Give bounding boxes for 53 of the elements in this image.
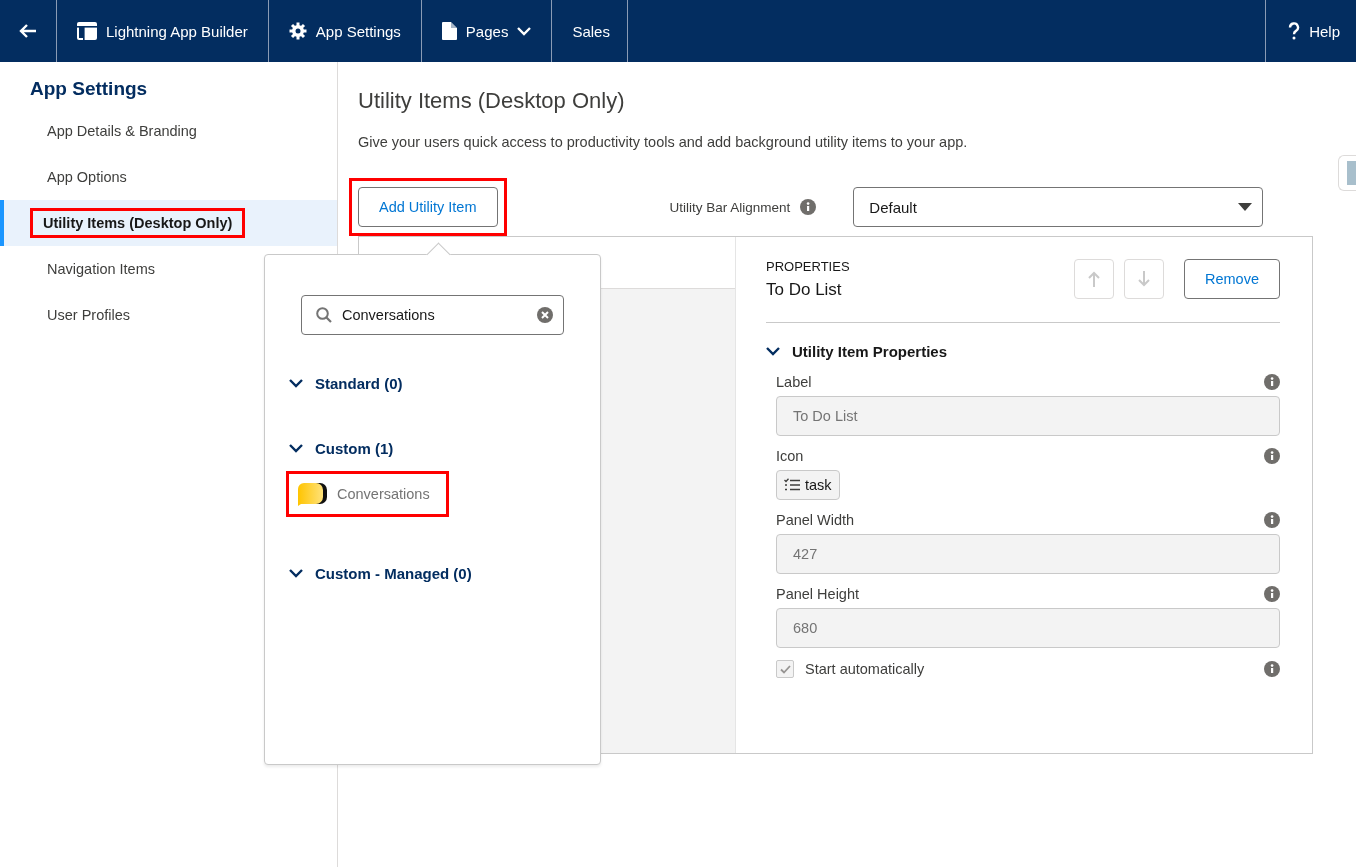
field-label: Label bbox=[776, 374, 812, 390]
nav-menu-item[interactable]: App Settings bbox=[268, 0, 422, 62]
question-mark-icon bbox=[1288, 22, 1301, 40]
search-field[interactable]: Conversations bbox=[301, 295, 564, 335]
field-label: Panel Height bbox=[776, 586, 860, 602]
group-toggle[interactable]: Custom (1) bbox=[315, 440, 394, 457]
checkmark-icon bbox=[779, 664, 791, 674]
info-icon bbox=[1264, 374, 1280, 390]
app-name[interactable]: Sales bbox=[552, 0, 629, 62]
field-label: Utility Bar Alignment bbox=[669, 199, 791, 215]
panel-handle[interactable] bbox=[1338, 155, 1356, 191]
back-arrow-icon bbox=[19, 23, 37, 39]
nav-menu-item[interactable]: Lightning App Builder bbox=[57, 0, 269, 62]
add-utility-item-button[interactable]: Add Utility Item bbox=[358, 187, 498, 227]
help-button[interactable]: Help bbox=[1265, 0, 1356, 62]
info-icon bbox=[1264, 448, 1280, 464]
document-icon bbox=[441, 22, 457, 40]
info-icon bbox=[800, 199, 817, 215]
chevron-down-icon bbox=[517, 26, 532, 36]
move-down-button[interactable] bbox=[1124, 259, 1164, 299]
gear-icon bbox=[288, 22, 307, 40]
dropdown-caret-icon bbox=[1238, 203, 1253, 211]
arrow-up-icon bbox=[1088, 271, 1100, 287]
sidebar-item[interactable]: Utility Items (Desktop Only) bbox=[0, 200, 337, 246]
page-description: Give your users quick access to productivity tools and add background utility items to your app. bbox=[358, 134, 969, 150]
sidebar-item[interactable]: App Options bbox=[0, 154, 337, 200]
page-title: Utility Items (Desktop Only) bbox=[358, 88, 626, 114]
sidebar-item[interactable]: App Details & Branding bbox=[0, 108, 337, 154]
search-icon bbox=[316, 307, 332, 323]
group-toggle[interactable]: Standard (0) bbox=[315, 375, 403, 392]
nav-menu-item[interactable]: Pages bbox=[421, 0, 553, 62]
field-label: Panel Width bbox=[776, 512, 855, 528]
checkbox-label: Start automatically bbox=[805, 661, 925, 677]
group-toggle[interactable]: Custom - Managed (0) bbox=[315, 565, 472, 582]
arrow-down-icon bbox=[1138, 271, 1150, 287]
layout-icon bbox=[77, 22, 97, 40]
field-label: Icon bbox=[776, 448, 804, 464]
move-up-button[interactable] bbox=[1074, 259, 1114, 299]
remove-button[interactable]: Remove bbox=[1184, 259, 1280, 299]
chat-bubble-icon bbox=[297, 482, 327, 506]
checklist-icon bbox=[784, 478, 800, 492]
info-icon bbox=[1264, 586, 1280, 602]
section-toggle[interactable]: Utility Item Properties bbox=[792, 343, 948, 360]
highlight-box: Utility Items (Desktop Only) bbox=[30, 208, 246, 238]
alignment-dropdown[interactable]: Default bbox=[853, 187, 1264, 227]
section-heading: PROPERTIES bbox=[766, 259, 851, 274]
info-icon bbox=[1264, 661, 1280, 677]
picker-item[interactable]: Conversations bbox=[286, 471, 449, 517]
item-name: To Do List bbox=[766, 280, 843, 300]
info-icon bbox=[1264, 512, 1280, 528]
sidebar-title: App Settings bbox=[30, 78, 149, 100]
icon-picker-button[interactable]: task bbox=[776, 470, 840, 500]
clear-icon bbox=[537, 307, 553, 323]
